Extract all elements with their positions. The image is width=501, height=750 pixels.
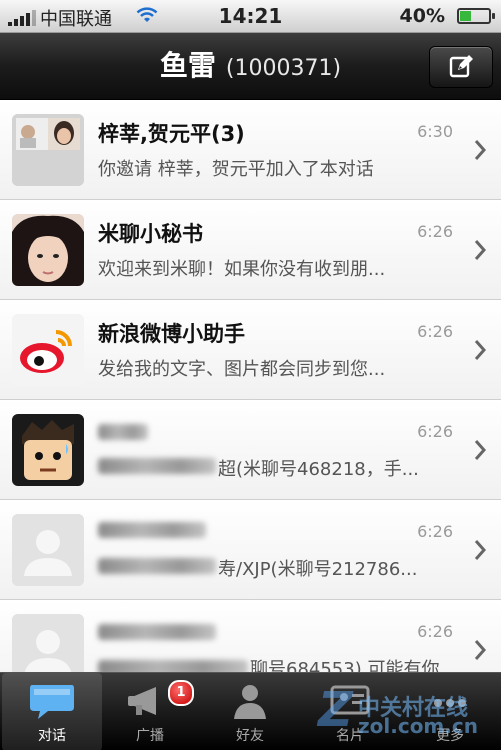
chevron-right-icon [474, 540, 487, 560]
conversation-row[interactable]: 6:26 聊号684553) 可能有你 [0, 600, 501, 672]
watermark-domain: zol.com.cn [358, 714, 478, 738]
conversation-list: 梓莘,贺元平(3) 6:30 你邀请 梓莘，贺元平加入了本对话 米聊小秘书 6:… [0, 100, 501, 672]
megaphone-icon [128, 687, 156, 715]
girl-photo-avatar [12, 214, 84, 286]
chat-bubble-icon [30, 685, 74, 719]
battery-icon [457, 8, 495, 24]
default-user-avatar [12, 514, 84, 586]
blurred-text [98, 558, 216, 574]
battery-percentage: 40% [399, 5, 445, 27]
conversation-preview: 超(米聊号468218，手... [218, 459, 419, 480]
tab-chat[interactable]: 对话 [2, 673, 102, 750]
conversation-preview: 发给我的文字、图片都会同步到您... [98, 359, 386, 380]
compose-icon [449, 55, 473, 78]
chevron-right-icon [474, 640, 487, 660]
cartoon-avatar [12, 414, 84, 486]
user-name: 鱼雷 [159, 49, 216, 82]
default-user-avatar [12, 614, 84, 672]
tab-label: 广播 [136, 728, 164, 744]
conversation-title: 米聊小秘书 [98, 222, 203, 246]
blurred-text [98, 660, 248, 672]
conversation-row[interactable]: 米聊小秘书 6:26 欢迎来到米聊！如果你没有收到朋... [0, 200, 501, 300]
chevron-right-icon [474, 140, 487, 160]
group-avatar [12, 114, 84, 186]
chevron-right-icon [474, 340, 487, 360]
blurred-name [98, 522, 206, 538]
conversation-row[interactable]: 6:26 寿/XJP(米聊号212786... [0, 500, 501, 600]
tab-label: 好友 [236, 728, 264, 744]
chevron-right-icon [474, 440, 487, 460]
navigation-bar: 鱼雷 (1000371) [0, 33, 501, 100]
conversation-time: 6:26 [417, 622, 453, 641]
conversation-preview: 欢迎来到米聊！如果你没有收到朋... [98, 259, 386, 280]
page-title: 鱼雷 (1000371) [0, 33, 501, 99]
watermark-logo: Z [318, 682, 353, 738]
weibo-logo-avatar [12, 314, 84, 386]
conversation-title: 新浪微博小助手 [98, 322, 245, 346]
tab-label: 对话 [38, 728, 66, 744]
zol-watermark: Z 中关村在线 zol.com.cn [318, 682, 488, 746]
compose-button[interactable] [429, 46, 493, 88]
blurred-name [98, 624, 216, 640]
conversation-title: 梓莘,贺元平(3) [98, 122, 245, 146]
user-id: (1000371) [225, 56, 342, 81]
conversation-preview: 寿/XJP(米聊号212786... [218, 559, 418, 580]
conversation-time: 6:26 [417, 422, 453, 441]
conversation-preview: 聊号684553) 可能有你 [250, 659, 440, 672]
conversation-time: 6:26 [417, 522, 453, 541]
contacts-icon [234, 685, 266, 719]
conversation-preview: 你邀请 梓莘，贺元平加入了本对话 [98, 159, 374, 180]
conversation-time: 6:26 [417, 322, 453, 341]
conversation-time: 6:30 [417, 122, 453, 141]
conversation-row[interactable]: 6:26 超(米聊号468218，手... [0, 400, 501, 500]
blurred-name [98, 424, 148, 440]
conversation-row[interactable]: 梓莘,贺元平(3) 6:30 你邀请 梓莘，贺元平加入了本对话 [0, 100, 501, 200]
tab-friends[interactable]: 好友 [200, 673, 300, 750]
status-bar: 中国联通 14:21 40% [0, 0, 501, 33]
mi-talk-screen: 中国联通 14:21 40% 鱼雷 (1000371) 梓莘,贺元平(3) 6:… [0, 0, 501, 750]
conversation-row[interactable]: 新浪微博小助手 6:26 发给我的文字、图片都会同步到您... [0, 300, 501, 400]
broadcast-badge: 1 [168, 680, 194, 706]
conversation-time: 6:26 [417, 222, 453, 241]
chevron-right-icon [474, 240, 487, 260]
blurred-text [98, 458, 216, 474]
